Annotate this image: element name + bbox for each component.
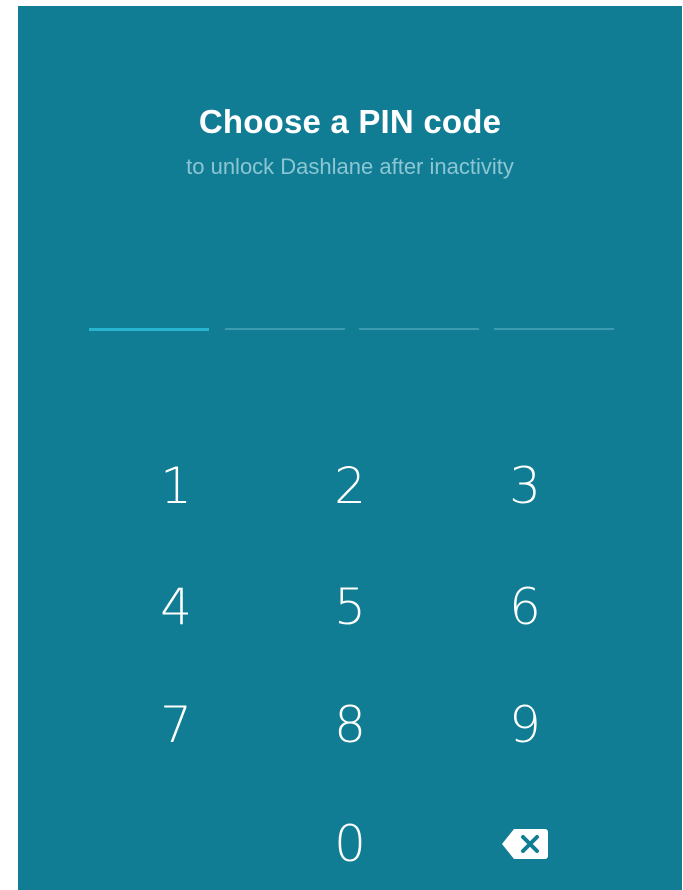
pin-slot-2 <box>225 328 345 330</box>
key-9[interactable]: 9 <box>450 675 600 775</box>
key-1[interactable]: 1 <box>101 436 251 536</box>
key-2[interactable]: 2 <box>275 436 425 536</box>
key-3[interactable]: 3 <box>450 436 600 536</box>
backspace-button[interactable] <box>450 794 600 890</box>
backspace-icon <box>502 829 548 859</box>
key-0[interactable]: 0 <box>275 794 425 890</box>
pin-slot-1 <box>89 328 209 331</box>
pin-slot-3 <box>359 328 479 330</box>
key-7[interactable]: 7 <box>101 675 251 775</box>
page-title: Choose a PIN code <box>198 103 502 140</box>
pin-slot-4 <box>494 328 614 330</box>
key-8[interactable]: 8 <box>275 675 425 775</box>
page-subtitle: to unlock Dashlane after inactivity <box>186 154 514 179</box>
pin-entry-indicator <box>89 328 615 332</box>
key-6[interactable]: 6 <box>450 557 600 657</box>
pin-setup-screen: Choose a PIN code to unlock Dashlane aft… <box>18 6 682 890</box>
key-5[interactable]: 5 <box>275 557 425 657</box>
key-4[interactable]: 4 <box>101 557 251 657</box>
